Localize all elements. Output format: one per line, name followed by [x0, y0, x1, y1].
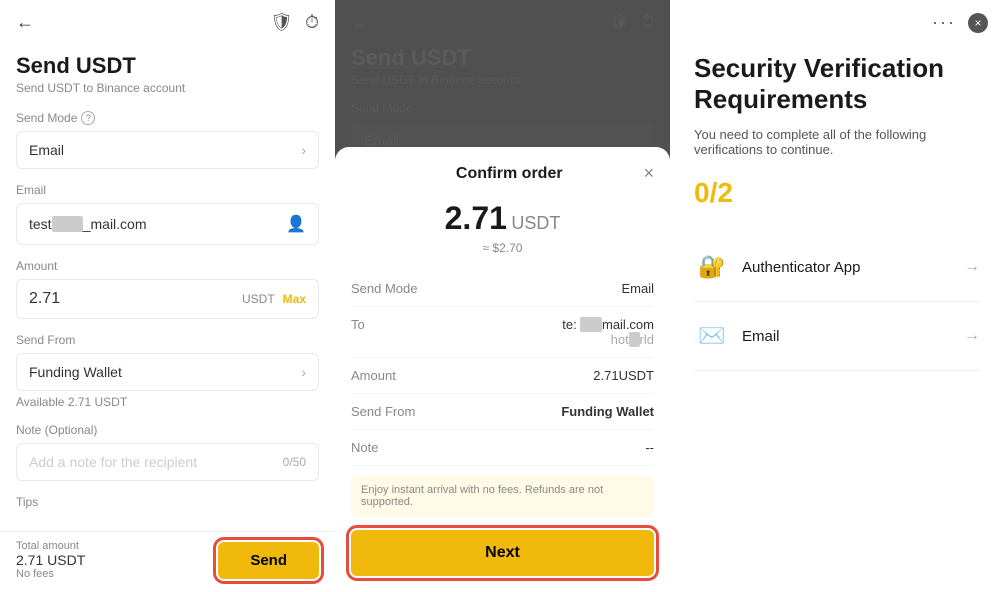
authenticator-arrow-icon: →	[964, 258, 980, 276]
email-icon: ✉️	[694, 318, 730, 354]
send-content: Send USDT Send USDT to Binance account S…	[0, 45, 335, 592]
modal-amount-value: 2.71USDT	[593, 368, 654, 383]
authenticator-icon: 🔐	[694, 249, 730, 285]
note-field[interactable]: Add a note for the recipient 0/50	[16, 443, 319, 481]
modal-big-currency: USDT	[511, 213, 560, 233]
next-button[interactable]: Next	[351, 530, 654, 576]
amount-value: 2.71	[29, 290, 60, 308]
total-fees: No fees	[16, 568, 85, 580]
progress-counter: 0/2	[694, 177, 980, 209]
authenticator-left: 🔐 Authenticator App	[694, 249, 860, 285]
security-description: You need to complete all of the followin…	[694, 127, 980, 157]
to-line2: hot rld	[562, 332, 654, 347]
tips-label: Tips	[16, 495, 319, 509]
note-placeholder: Add a note for the recipient	[29, 454, 197, 470]
modal-close-button[interactable]: ×	[643, 163, 654, 184]
modal-header: Confirm order ×	[351, 163, 654, 184]
send-from-field[interactable]: Funding Wallet ›	[16, 353, 319, 391]
total-info: Total amount 2.71 USDT No fees	[16, 540, 85, 580]
authenticator-app-item[interactable]: 🔐 Authenticator App →	[694, 233, 980, 302]
page-title: Send USDT	[16, 53, 319, 79]
note-count: 0/50	[283, 455, 306, 469]
modal-big-amount: 2.71	[445, 200, 507, 236]
modal-to-value: te: mail.com hot rld	[562, 317, 654, 347]
max-button[interactable]: Max	[283, 292, 306, 306]
close-button[interactable]: ×	[968, 13, 988, 33]
send-mode-field[interactable]: Email ›	[16, 131, 319, 169]
amount-label: Amount	[16, 259, 319, 273]
modal-amount-label: Amount	[351, 368, 396, 383]
email-verification-item[interactable]: ✉️ Email →	[694, 302, 980, 371]
left-header: ← 🛡 ⏱	[0, 0, 335, 45]
modal-note-value: --	[645, 440, 654, 455]
masked-text	[52, 216, 83, 232]
modal-send-from-value: Funding Wallet	[561, 404, 654, 419]
modal-amount-display: 2.71 USDT	[351, 200, 654, 237]
email-verify-left: ✉️ Email	[694, 318, 780, 354]
modal-row-note: Note --	[351, 430, 654, 466]
send-mode-label: Send Mode ?	[16, 111, 319, 125]
email-field[interactable]: test _mail.com 👤	[16, 203, 319, 245]
modal-title: Confirm order	[375, 165, 643, 183]
send-from-label: Send From	[16, 333, 319, 347]
history-icon[interactable]: ⏱	[305, 12, 319, 33]
send-mode-value: Email	[29, 142, 64, 158]
right-content: Security Verification Requirements You n…	[670, 45, 1004, 395]
approx-value: ≈ $2.70	[351, 241, 654, 255]
amount-field[interactable]: 2.71 USDT Max	[16, 279, 319, 319]
bottom-bar: Total amount 2.71 USDT No fees Send	[0, 531, 335, 592]
three-dots-menu[interactable]: ···	[932, 12, 956, 33]
email-label: Email	[16, 183, 319, 197]
note-label: Note (Optional)	[16, 423, 319, 437]
modal-row-to: To te: mail.com hot rld	[351, 307, 654, 358]
modal-row-amount: Amount 2.71USDT	[351, 358, 654, 394]
modal-note-label: Note	[351, 440, 378, 455]
email-verify-label: Email	[742, 328, 780, 345]
to-line1: te: mail.com	[562, 317, 654, 332]
modal-send-mode-label: Send Mode	[351, 281, 418, 296]
authenticator-label: Authenticator App	[742, 259, 860, 276]
right-header: ··· ×	[670, 0, 1004, 45]
modal-to-label: To	[351, 317, 365, 332]
modal-send-mode-value: Email	[621, 281, 654, 296]
email-value: test _mail.com	[29, 216, 147, 232]
total-amount-value: 2.71 USDT	[16, 552, 85, 568]
amount-right: USDT Max	[242, 292, 306, 306]
person-icon: 👤	[286, 214, 306, 234]
send-button[interactable]: Send	[218, 542, 319, 579]
chevron-right-icon-2: ›	[301, 364, 306, 380]
security-title: Security Verification Requirements	[694, 53, 980, 115]
total-amount-label: Total amount	[16, 540, 85, 552]
confirm-modal: Confirm order × 2.71 USDT ≈ $2.70 Send M…	[335, 147, 670, 592]
help-icon[interactable]: ?	[81, 111, 95, 125]
shield-icon[interactable]: 🛡	[270, 12, 293, 33]
modal-row-send-from: Send From Funding Wallet	[351, 394, 654, 430]
page-subtitle: Send USDT to Binance account	[16, 81, 319, 95]
usdt-label: USDT	[242, 292, 275, 306]
left-panel: ← 🛡 ⏱ Send USDT Send USDT to Binance acc…	[0, 0, 335, 592]
header-icons: 🛡 ⏱	[270, 12, 319, 33]
chevron-right-icon: ›	[301, 142, 306, 158]
back-button[interactable]: ←	[16, 12, 34, 33]
available-text: Available 2.71 USDT	[16, 395, 319, 409]
email-arrow-icon: →	[964, 327, 980, 345]
middle-panel: ← 🛡 ⏱ Send USDT Send USDT to Binance acc…	[335, 0, 670, 592]
right-panel: ··· × Security Verification Requirements…	[670, 0, 1004, 592]
send-from-value: Funding Wallet	[29, 364, 122, 380]
modal-notice: Enjoy instant arrival with no fees. Refu…	[351, 476, 654, 516]
modal-send-from-label: Send From	[351, 404, 415, 419]
modal-row-send-mode: Send Mode Email	[351, 271, 654, 307]
